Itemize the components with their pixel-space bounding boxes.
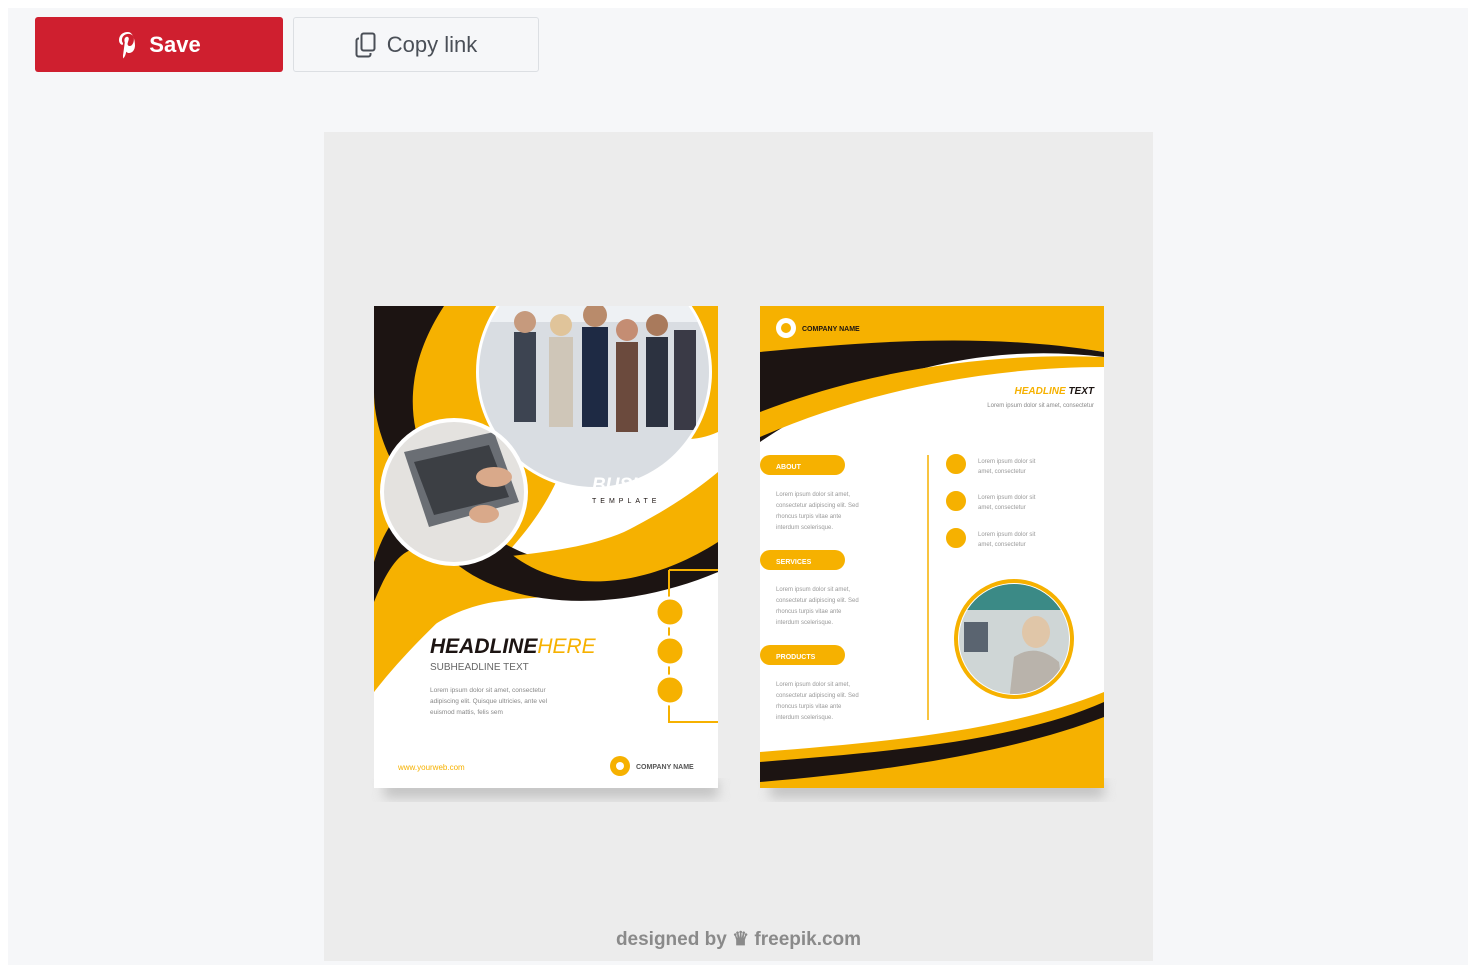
bullet-1-line-1: Lorem ipsum dolor sit — [978, 459, 1036, 465]
back-headline-sub: Lorem ipsum dolor sit amet, consectetur — [987, 403, 1094, 409]
image-credit: designed by ♛ freepik.com — [324, 928, 1153, 951]
products-line-4: interdum scelerisque. — [776, 715, 833, 721]
services-line-1: Lorem ipsum dolor sit amet, — [776, 587, 850, 593]
svg-text:HEADLINE TEXT: HEADLINE TEXT — [1015, 386, 1095, 397]
save-button-label: Save — [149, 31, 201, 57]
section-services: SERVICES — [776, 559, 812, 566]
services-line-4: interdum scelerisque. — [776, 620, 833, 626]
products-line-3: rhoncus turpis vitae ante — [776, 704, 842, 710]
pinterest-icon — [117, 31, 139, 59]
copy-link-label: Copy link — [386, 31, 478, 57]
flyer-illustration: BUSINESS TEMPLATE HEADLINEHERE SUBHEADLI… — [374, 306, 1104, 798]
body-line-3: euismod mattis, felis sem — [430, 709, 503, 716]
bullet-2-line-2: amet, consectetur — [978, 505, 1026, 511]
body-line-2: adipiscing elit. Quisque ultricies, ante… — [430, 698, 548, 705]
about-line-1: Lorem ipsum dolor sit amet, — [776, 492, 850, 498]
bullet-3-line-2: amet, consectetur — [978, 542, 1026, 548]
copy-icon — [355, 32, 377, 58]
products-line-2: consectetur adipiscing elit. Sed — [776, 693, 859, 699]
services-line-3: rhoncus turpis vitae ante — [776, 609, 842, 615]
save-button[interactable]: Save — [35, 17, 283, 72]
business-sub: TEMPLATE — [592, 498, 660, 505]
flyer-back: COMPANY NAME HEADLINE TEXT Lorem ipsum d… — [760, 306, 1104, 788]
section-products: PRODUCTS — [776, 654, 816, 661]
headline-main: HEADLINE — [430, 635, 538, 658]
back-headline-accent: TEXT — [1068, 386, 1094, 397]
back-headline-main: HEADLINE — [1015, 386, 1066, 397]
credit-prefix: designed by — [615, 929, 727, 950]
pin-image[interactable]: BUSINESS TEMPLATE HEADLINEHERE SUBHEADLI… — [324, 132, 1153, 961]
front-company: COMPANY NAME — [636, 764, 694, 771]
about-line-2: consectetur adipiscing elit. Sed — [776, 503, 859, 509]
copy-link-button[interactable]: Copy link — [293, 17, 539, 72]
front-website: www.yourweb.com — [397, 763, 465, 772]
business-title: BUSINESS — [592, 475, 689, 496]
back-company: COMPANY NAME — [802, 326, 860, 333]
flyer-front: BUSINESS TEMPLATE HEADLINEHERE SUBHEADLI… — [374, 306, 718, 788]
about-line-4: interdum scelerisque. — [776, 525, 833, 531]
svg-text:HEADLINEHERE: HEADLINEHERE — [430, 635, 597, 658]
about-line-3: rhoncus turpis vitae ante — [776, 514, 842, 520]
freepik-logo-icon: ♛ — [732, 929, 750, 950]
products-line-1: Lorem ipsum dolor sit amet, — [776, 682, 850, 688]
bullet-1-line-2: amet, consectetur — [978, 469, 1026, 475]
subheadline: SUBHEADLINE TEXT — [430, 662, 529, 673]
body-line-1: Lorem ipsum dolor sit amet, consectetur — [430, 687, 546, 694]
credit-brand: freepik.com — [754, 929, 862, 950]
services-line-2: consectetur adipiscing elit. Sed — [776, 598, 859, 604]
bullet-3-line-1: Lorem ipsum dolor sit — [978, 532, 1036, 538]
section-about: ABOUT — [776, 464, 802, 471]
headline-accent: HERE — [537, 635, 596, 658]
bullet-2-line-1: Lorem ipsum dolor sit — [978, 495, 1036, 501]
